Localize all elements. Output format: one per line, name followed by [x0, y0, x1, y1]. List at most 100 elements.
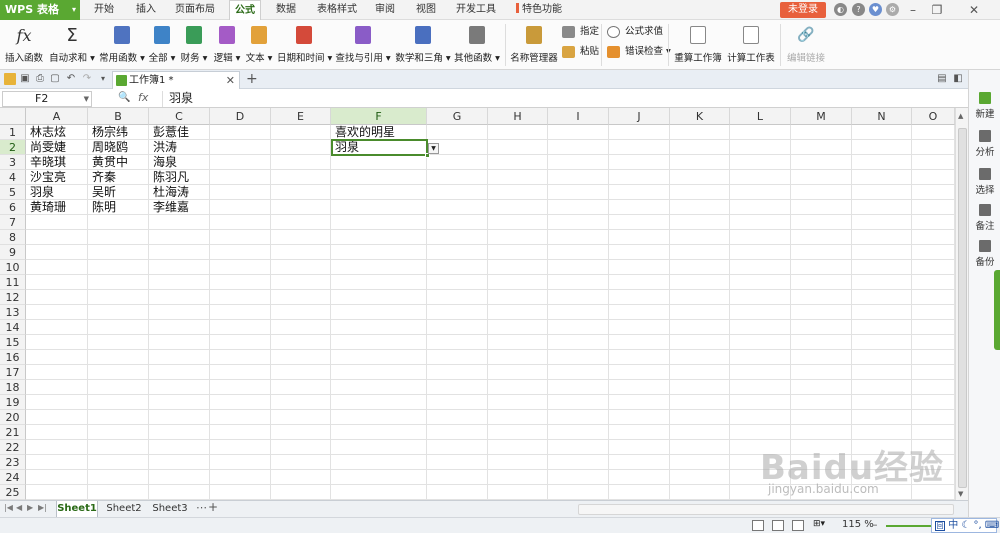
- row-header-9[interactable]: 9: [0, 245, 26, 260]
- zoom-out-icon[interactable]: –: [872, 518, 878, 531]
- row-header-17[interactable]: 17: [0, 365, 26, 380]
- normal-view-icon[interactable]: [752, 520, 764, 531]
- data-validation-dropdown-button[interactable]: ▼: [428, 143, 439, 154]
- pane-backup-button[interactable]: 备份: [969, 240, 1000, 268]
- recalculate-workbook-button[interactable]: 重算工作簿: [672, 22, 724, 68]
- menu-formulas[interactable]: 公式: [229, 0, 261, 21]
- cell-A1[interactable]: 林志炫: [26, 125, 88, 140]
- row-header-25[interactable]: 25: [0, 485, 26, 500]
- feedback-icon[interactable]: ♥: [869, 3, 882, 16]
- column-header-N[interactable]: N: [852, 108, 912, 125]
- first-sheet-icon[interactable]: |◀: [4, 503, 13, 512]
- row-header-21[interactable]: 21: [0, 425, 26, 440]
- pane-notes-button[interactable]: 备注: [969, 204, 1000, 232]
- logic-functions-button[interactable]: 逻辑 ▾: [213, 22, 241, 68]
- pane-select-button[interactable]: 选择: [969, 168, 1000, 196]
- row-header-4[interactable]: 4: [0, 170, 26, 185]
- row-header-16[interactable]: 16: [0, 350, 26, 365]
- row-header-12[interactable]: 12: [0, 290, 26, 305]
- column-header-C[interactable]: C: [149, 108, 210, 125]
- row-header-14[interactable]: 14: [0, 320, 26, 335]
- pane-toggle-icon[interactable]: ◧: [952, 73, 964, 85]
- cell-A5[interactable]: 羽泉: [26, 185, 88, 200]
- save-icon[interactable]: ▣: [19, 73, 31, 85]
- zoom-menu-icon[interactable]: ⊞▾: [813, 519, 825, 530]
- math-functions-button[interactable]: 数学和三角 ▾: [395, 22, 451, 68]
- menu-page-layout[interactable]: 页面布局: [172, 0, 218, 20]
- page-layout-view-icon[interactable]: [772, 520, 784, 531]
- menu-developer[interactable]: 开发工具: [452, 0, 500, 20]
- name-manager-button[interactable]: 名称管理器: [509, 22, 559, 68]
- row-header-23[interactable]: 23: [0, 455, 26, 470]
- select-all-corner[interactable]: [0, 108, 26, 125]
- column-header-G[interactable]: G: [427, 108, 488, 125]
- cell-B4[interactable]: 齐秦: [88, 170, 149, 185]
- finance-functions-button[interactable]: 财务 ▾: [180, 22, 208, 68]
- column-header-M[interactable]: M: [791, 108, 852, 125]
- cell-B5[interactable]: 吴昕: [88, 185, 149, 200]
- cell-F1[interactable]: 喜欢的明星: [331, 125, 427, 140]
- column-header-I[interactable]: I: [548, 108, 609, 125]
- cell-A2[interactable]: 尚雯婕: [26, 140, 88, 155]
- row-header-18[interactable]: 18: [0, 380, 26, 395]
- edit-links-button[interactable]: 🔗 编辑链接: [784, 22, 828, 68]
- common-functions-button[interactable]: 常用函数 ▾: [98, 22, 146, 68]
- print-preview-icon[interactable]: ▢: [49, 73, 61, 85]
- close-tab-icon[interactable]: ✕: [226, 72, 235, 89]
- column-header-L[interactable]: L: [730, 108, 791, 125]
- print-icon[interactable]: ⎙: [34, 73, 46, 85]
- menu-review[interactable]: 审阅: [370, 0, 400, 20]
- row-header-24[interactable]: 24: [0, 470, 26, 485]
- row-header-20[interactable]: 20: [0, 410, 26, 425]
- prev-sheet-icon[interactable]: ◀: [16, 503, 22, 512]
- next-sheet-icon[interactable]: ▶: [27, 503, 33, 512]
- cell-C3[interactable]: 海泉: [149, 155, 210, 170]
- open-folder-icon[interactable]: [4, 73, 16, 85]
- redo-icon[interactable]: ↷: [81, 73, 93, 85]
- login-button[interactable]: 未登录: [780, 2, 826, 18]
- column-header-E[interactable]: E: [271, 108, 331, 125]
- column-header-H[interactable]: H: [488, 108, 548, 125]
- new-tab-button[interactable]: +: [246, 70, 258, 88]
- error-check-button[interactable]: 错误检查 ▾: [605, 43, 671, 61]
- row-header-13[interactable]: 13: [0, 305, 26, 320]
- cell-C2[interactable]: 洪涛: [149, 140, 210, 155]
- menu-table-style[interactable]: 表格样式: [313, 0, 361, 20]
- column-header-B[interactable]: B: [88, 108, 149, 125]
- column-header-K[interactable]: K: [670, 108, 730, 125]
- all-functions-button[interactable]: 全部 ▾: [148, 22, 176, 68]
- formula-evaluate-button[interactable]: 公式求值: [605, 23, 663, 41]
- column-header-O[interactable]: O: [912, 108, 955, 125]
- pane-collapse-handle[interactable]: [994, 270, 1000, 350]
- more-sheets-icon[interactable]: ⋯: [196, 501, 207, 514]
- menu-insert[interactable]: 插入: [132, 0, 160, 20]
- cell-B6[interactable]: 陈明: [88, 200, 149, 215]
- add-sheet-icon[interactable]: +: [208, 500, 218, 514]
- wps-app-menu-button[interactable]: WPS 表格 ▾: [0, 0, 80, 20]
- magnifier-icon[interactable]: 🔍: [118, 92, 130, 103]
- row-header-3[interactable]: 3: [0, 155, 26, 170]
- cell-A4[interactable]: 沙宝亮: [26, 170, 88, 185]
- scroll-up-icon[interactable]: ▲: [958, 112, 963, 120]
- page-break-view-icon[interactable]: [792, 520, 804, 531]
- menu-data[interactable]: 数据: [271, 0, 301, 20]
- cell-A3[interactable]: 辛晓琪: [26, 155, 88, 170]
- row-header-11[interactable]: 11: [0, 275, 26, 290]
- cell-C1[interactable]: 彭薏佳: [149, 125, 210, 140]
- text-functions-button[interactable]: 文本 ▾: [245, 22, 273, 68]
- row-header-2[interactable]: 2: [0, 140, 26, 155]
- pane-new-button[interactable]: 新建: [969, 92, 1000, 120]
- cell-C6[interactable]: 李维嘉: [149, 200, 210, 215]
- zoom-level[interactable]: 115 %: [842, 519, 874, 530]
- fx-button[interactable]: fx: [138, 91, 148, 104]
- row-header-15[interactable]: 15: [0, 335, 26, 350]
- restore-icon[interactable]: ❐: [926, 0, 948, 20]
- row-header-5[interactable]: 5: [0, 185, 26, 200]
- customize-chevron-icon[interactable]: ▾: [97, 73, 109, 85]
- row-header-19[interactable]: 19: [0, 395, 26, 410]
- autosum-button[interactable]: Σ 自动求和 ▾: [48, 22, 96, 68]
- row-header-10[interactable]: 10: [0, 260, 26, 275]
- sheet-tab-sheet3[interactable]: Sheet3: [149, 501, 191, 518]
- pane-analyze-button[interactable]: 分析: [969, 130, 1000, 158]
- row-header-8[interactable]: 8: [0, 230, 26, 245]
